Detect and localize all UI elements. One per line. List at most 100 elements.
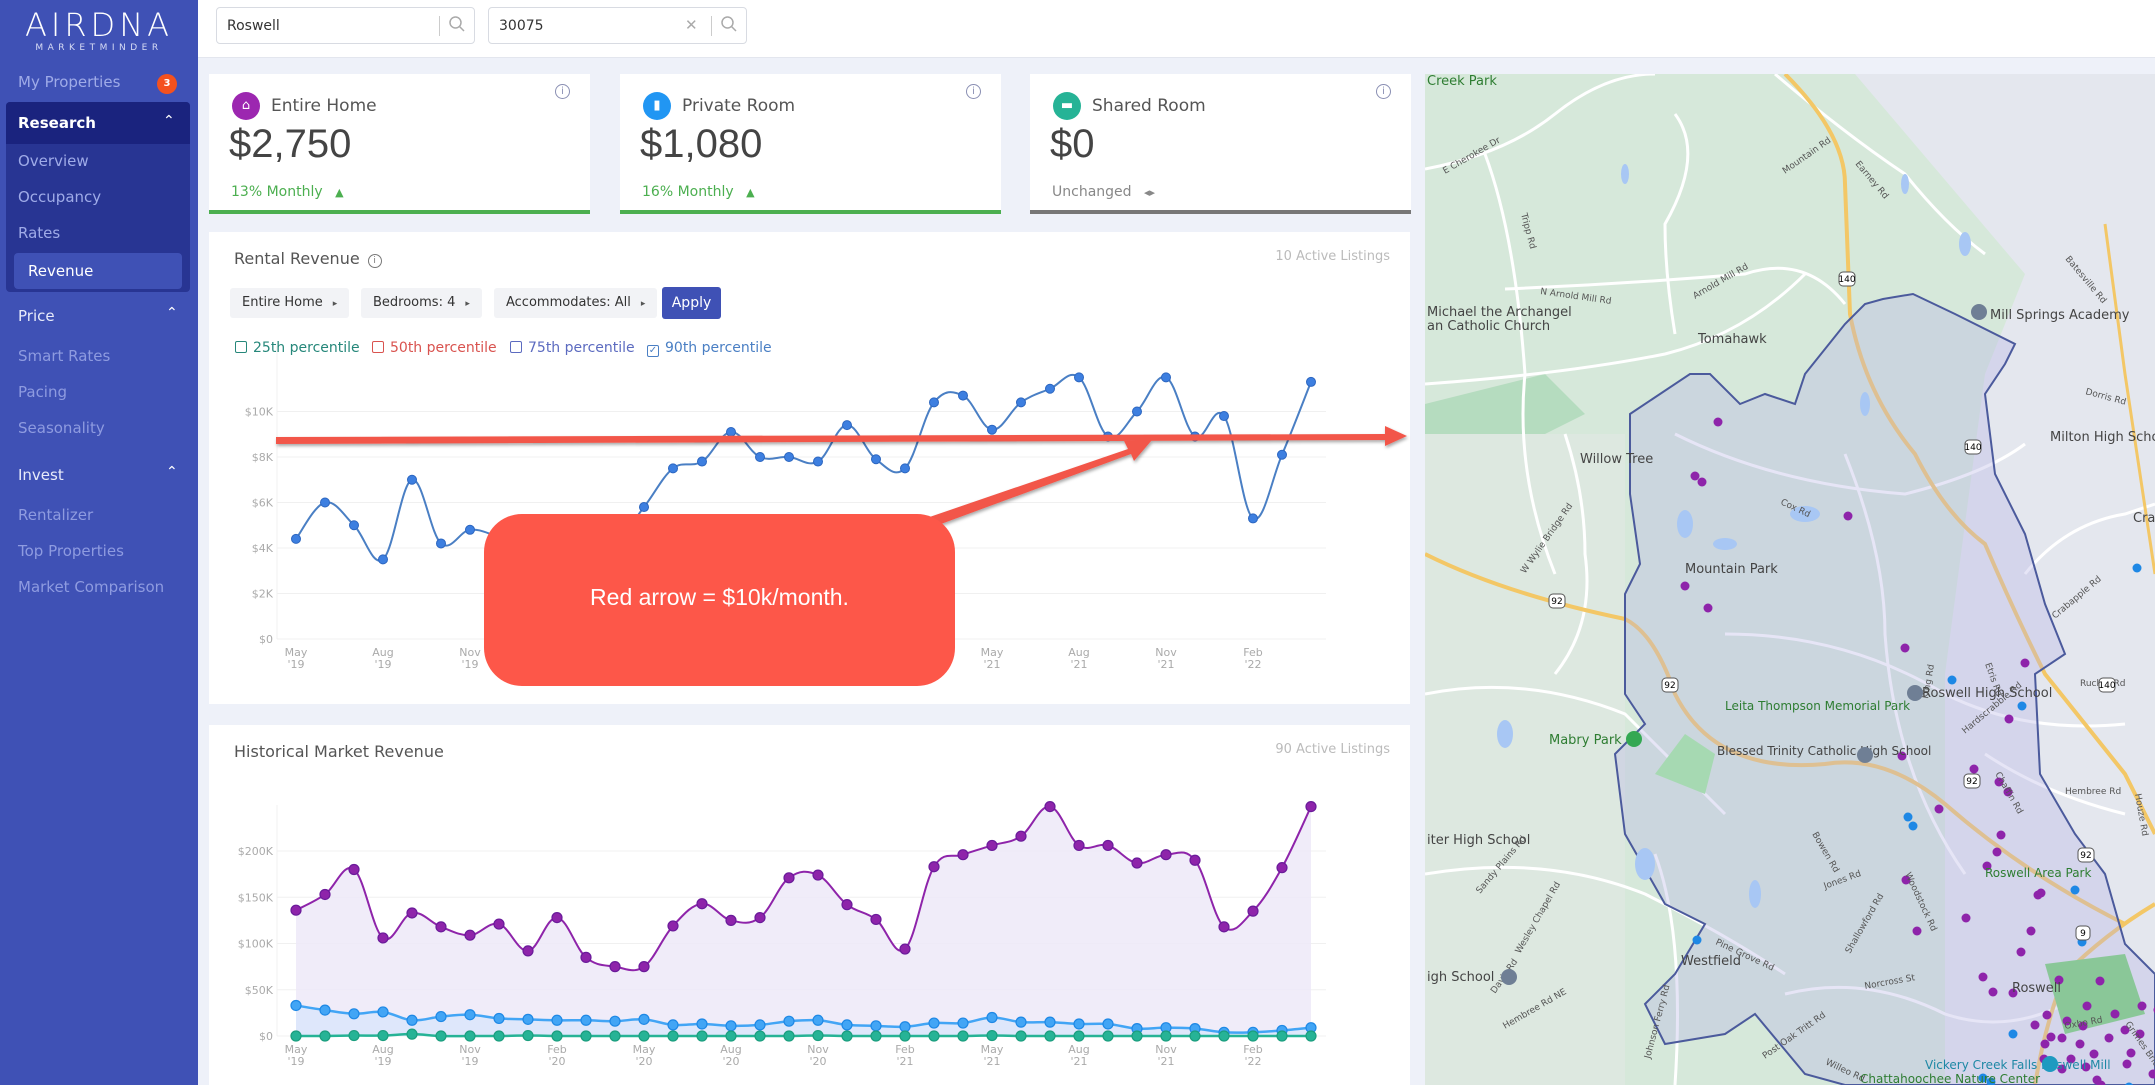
data-point [551, 1030, 563, 1042]
data-point [1102, 1030, 1114, 1042]
zip-search-field[interactable]: 30075 ✕ [488, 7, 747, 44]
data-point [783, 1030, 795, 1042]
sidebar-item-my-properties[interactable]: My Properties [18, 73, 120, 91]
data-point [871, 454, 881, 465]
city-search-field[interactable]: Roswell [216, 7, 475, 44]
map-label: Vickery Creek Falls Roswell Mill [1925, 1058, 2111, 1072]
data-point [348, 1008, 360, 1020]
data-point [638, 961, 650, 973]
data-point [1276, 1030, 1288, 1042]
sidebar-item-rentalizer[interactable]: Rentalizer [18, 506, 93, 524]
stat-card-shared-room: ▬ Shared Room i $0 Unchanged ◂▸ [1030, 74, 1411, 214]
data-point [812, 1029, 824, 1042]
school-pin-icon[interactable] [1501, 969, 1517, 985]
x-tick-label: '19 [461, 1055, 478, 1068]
data-point [987, 424, 997, 435]
school-pin-icon[interactable] [1971, 304, 1987, 320]
unchanged-icon: ◂▸ [1143, 186, 1156, 199]
data-point [1218, 921, 1230, 933]
price-header[interactable]: Price [18, 307, 55, 325]
data-point [1247, 905, 1259, 917]
stat-value: $2,750 [229, 122, 352, 166]
listing-marker [2016, 947, 2026, 957]
data-point [1015, 1016, 1027, 1028]
logo[interactable]: AIRDNA MARKETMINDER [0, 8, 198, 53]
listing-marker [1912, 926, 1922, 936]
sidebar-item-seasonality[interactable]: Seasonality [18, 419, 105, 437]
data-point [522, 1029, 534, 1042]
listing-marker [2095, 976, 2105, 986]
shield-label: 92 [1664, 681, 1675, 691]
school-pin-icon[interactable] [1857, 747, 1873, 763]
park-pin-icon[interactable] [1626, 731, 1642, 747]
info-icon[interactable]: i [555, 84, 570, 99]
listing-marker [1996, 830, 2006, 840]
map-canvas[interactable]: Creek Park Tomahawk Mill Springs Academy… [1425, 74, 2155, 1085]
highway-shield: 92 [1963, 773, 1981, 789]
listing-marker [2020, 658, 2030, 668]
listing-marker [1713, 417, 1723, 427]
data-point [899, 1021, 911, 1033]
data-point [319, 1030, 331, 1042]
sidebar-item-top-properties[interactable]: Top Properties [18, 542, 124, 560]
sidebar-item-revenue[interactable]: Revenue [14, 253, 182, 289]
data-point [1073, 1030, 1085, 1042]
sidebar: AIRDNA MARKETMINDER My Properties 3 Rese… [0, 0, 198, 1085]
data-point [1073, 1018, 1085, 1030]
data-point [899, 1030, 911, 1042]
search-icon[interactable] [720, 15, 738, 38]
data-point [986, 839, 998, 852]
stat-bar [1030, 210, 1411, 214]
sidebar-item-pacing[interactable]: Pacing [18, 383, 67, 401]
stat-card-entire-home: ⌂ Entire Home i $2,750 13% Monthly ▲ [209, 74, 590, 214]
info-icon[interactable]: i [1376, 84, 1391, 99]
data-point [1306, 376, 1316, 387]
attraction-pin-icon[interactable] [2042, 1056, 2058, 1072]
data-point [1247, 1030, 1259, 1042]
highway-shield: 140 [1964, 439, 1982, 455]
chevron-up-icon[interactable]: ⌃ [166, 305, 178, 321]
x-tick-label: '21 [983, 658, 1000, 671]
data-point [436, 538, 446, 549]
data-point [754, 1030, 766, 1042]
y-tick-label: $200K [238, 845, 274, 858]
data-point [928, 861, 940, 873]
annotation-text: Red arrow = $10k/month. [590, 584, 849, 610]
sidebar-item-occupancy[interactable]: Occupancy [18, 188, 101, 206]
map[interactable]: Creek Park Tomahawk Mill Springs Academy… [1425, 74, 2155, 1085]
data-point [812, 869, 824, 881]
shield-label: 140 [2098, 681, 2115, 691]
listing-marker [2132, 563, 2142, 573]
listing-marker [1908, 821, 1918, 831]
listing-marker [2033, 890, 2043, 900]
stat-value: $0 [1050, 122, 1095, 166]
x-tick-label: '20 [635, 1055, 652, 1068]
info-icon[interactable]: i [966, 84, 981, 99]
sidebar-item-overview[interactable]: Overview [18, 152, 89, 170]
data-point [900, 463, 910, 474]
highway-shield: 92 [1661, 677, 1679, 693]
data-point [465, 524, 475, 535]
data-point [842, 420, 852, 431]
sidebar-item-market-comparison[interactable]: Market Comparison [18, 578, 164, 596]
chevron-up-icon[interactable]: ⌃ [166, 464, 178, 480]
data-point [1160, 849, 1172, 861]
door-icon: ▮ [643, 92, 671, 120]
search-icon[interactable] [448, 15, 466, 38]
clear-icon[interactable]: ✕ [685, 16, 698, 34]
invest-header[interactable]: Invest [18, 466, 64, 484]
logo-subtitle: MARKETMINDER [35, 43, 163, 53]
sidebar-item-rates[interactable]: Rates [18, 224, 60, 242]
data-point [291, 533, 301, 544]
data-point [1161, 372, 1171, 383]
sidebar-item-smart-rates[interactable]: Smart Rates [18, 347, 110, 365]
chevron-up-icon: ⌃ [163, 113, 175, 129]
data-point [464, 929, 476, 941]
map-label: Chattahoochee Nature Center [1860, 1072, 2040, 1085]
data-point [870, 1020, 882, 1032]
data-point [957, 1030, 969, 1042]
data-point [1131, 1030, 1143, 1042]
school-pin-icon[interactable] [1907, 685, 1923, 701]
research-header[interactable]: Research ⌃ [6, 102, 190, 144]
divider [439, 16, 440, 36]
